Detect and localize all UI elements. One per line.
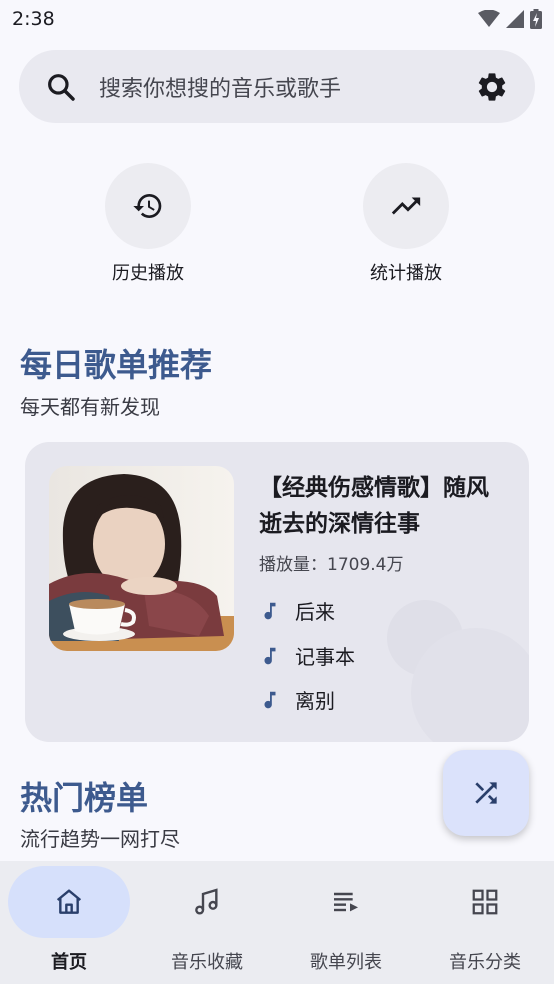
song-item[interactable]: 离别 — [259, 685, 335, 714]
music-note-icon — [264, 691, 276, 708]
nav-item-categories-indicator[interactable] — [424, 866, 546, 938]
trending-up-icon — [391, 197, 421, 215]
hot-section-subtitle: 流行趋势一网打尽 — [20, 827, 180, 851]
battery-icon — [530, 9, 542, 29]
signal-icon — [506, 10, 524, 28]
daily-section-title: 每日歌单推荐 — [20, 346, 213, 384]
search-bar[interactable]: 搜索你想搜的音乐或歌手 — [19, 50, 535, 123]
shuffle-icon — [475, 782, 497, 804]
nav-item-categories[interactable]: 音乐分类 — [416, 861, 554, 984]
nav-item-favorites-indicator[interactable] — [146, 866, 268, 938]
nav-item-favorites[interactable]: 音乐收藏 — [138, 861, 276, 984]
playlist-play-count: 播放量：1709.4万 — [259, 555, 404, 575]
bottom-navigation: 首页 音乐收藏 歌单列表 音乐分类 — [0, 861, 554, 984]
hot-section-title: 热门榜单 — [20, 779, 149, 817]
status-time: 2:38 — [12, 8, 55, 30]
music-note-icon — [264, 647, 276, 664]
stats-button-circle[interactable] — [363, 163, 449, 249]
music-note-icon — [264, 602, 276, 619]
search-icon[interactable] — [45, 71, 77, 103]
gear-icon[interactable] — [475, 70, 509, 104]
nav-label: 首页 — [51, 952, 87, 973]
wifi-icon — [478, 10, 500, 27]
nav-label: 歌单列表 — [310, 952, 382, 973]
search-input[interactable]: 搜索你想搜的音乐或歌手 — [99, 71, 475, 103]
shuffle-button[interactable] — [443, 750, 529, 836]
song-item[interactable]: 记事本 — [259, 641, 355, 670]
playlist-icon — [334, 892, 358, 912]
nav-label: 音乐分类 — [449, 952, 521, 973]
stats-play-button[interactable]: 统计播放 — [363, 163, 449, 284]
nav-label: 音乐收藏 — [171, 952, 243, 973]
history-button-circle[interactable] — [105, 163, 191, 249]
status-icons — [478, 9, 542, 29]
nav-item-home[interactable]: 首页 — [0, 861, 138, 984]
music-note-icon — [195, 888, 218, 915]
playlist-cover-image — [49, 466, 234, 651]
home-icon — [56, 889, 82, 914]
history-play-button[interactable]: 历史播放 — [105, 163, 191, 284]
song-name: 后来 — [295, 600, 335, 624]
grid-icon — [472, 889, 498, 915]
stats-play-label: 统计播放 — [370, 263, 442, 284]
history-play-label: 历史播放 — [112, 263, 184, 284]
nav-item-home-indicator[interactable] — [8, 866, 130, 938]
daily-section-subtitle: 每天都有新发现 — [20, 395, 160, 419]
nav-item-playlists-indicator[interactable] — [285, 866, 407, 938]
nav-item-playlists[interactable]: 歌单列表 — [277, 861, 415, 984]
song-name: 记事本 — [295, 645, 355, 669]
status-bar: 2:38 — [0, 0, 554, 38]
song-item[interactable]: 后来 — [259, 596, 335, 625]
playlist-title[interactable]: 【经典伤感情歌】随风逝去的深情往事 — [259, 470, 499, 542]
song-name: 离别 — [295, 689, 335, 713]
history-icon — [133, 194, 162, 219]
daily-playlist-card[interactable]: 【经典伤感情歌】随风逝去的深情往事 播放量：1709.4万 后来 记事本 离别 — [25, 442, 529, 742]
